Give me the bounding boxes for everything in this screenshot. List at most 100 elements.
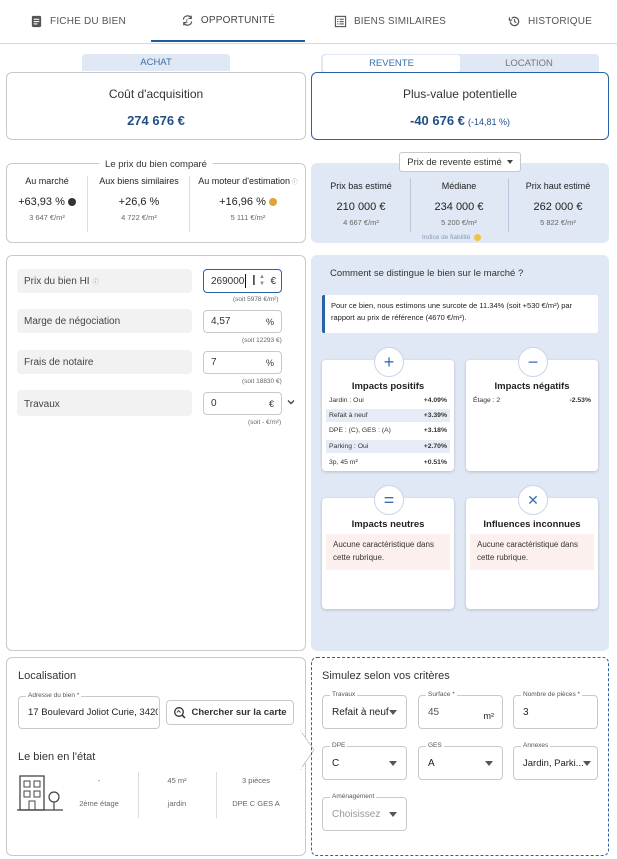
text-cursor <box>245 274 247 288</box>
stat-top: 45 m² <box>167 776 187 785</box>
margin-input[interactable]: 4,57 % <box>203 310 282 333</box>
market-dot-icon <box>67 198 76 207</box>
tab-label: HISTORIQUE <box>527 15 593 27</box>
simulate-title: Simulez selon vos critères <box>322 670 450 682</box>
reliability-label: Indice de fiabilité <box>422 234 471 241</box>
impact-row: 3p, 45 m² +0.51% <box>326 456 450 469</box>
close-x-icon: ✕ <box>518 485 548 515</box>
ibeam-cursor-icon: I <box>252 274 256 289</box>
comparison-title-wrap: Le prix du bien comparé <box>7 158 305 170</box>
impact-row: Parking : Oui +2.70% <box>326 440 450 453</box>
tab-fiche-du-bien[interactable]: FICHE DU BIEN <box>18 0 138 42</box>
field-value: 45 <box>428 706 440 718</box>
resale-value: 262 000 € <box>533 201 583 213</box>
notary-input[interactable]: 7 % <box>203 351 282 374</box>
input-label-works: Travaux <box>17 390 192 416</box>
address-input[interactable]: Adresse du bien * 17 Boulevard Joliot Cu… <box>18 692 160 729</box>
input-unit: € <box>270 275 276 287</box>
resale-col-high: Prix haut estimé 262 000 € 5 822 €/m² <box>508 181 608 227</box>
address-label: Adresse du bien * <box>26 692 82 699</box>
reliability-dot-icon <box>474 234 482 241</box>
input-label: Frais de notaire <box>24 356 94 368</box>
tab-historique[interactable]: HISTORIQUE <box>490 0 610 42</box>
caret-down-icon <box>506 160 513 164</box>
achat-label: ACHAT <box>140 57 172 68</box>
field-label: Annexes <box>521 742 551 749</box>
market-note: Pour ce bien, nous estimons une surcote … <box>322 295 598 333</box>
input-sub: (soit 12293 €) <box>242 337 282 344</box>
resale-dropdown-label: Prix de revente estimé <box>407 156 502 168</box>
resale-sub: 5 822 €/m² <box>540 218 576 227</box>
tab-opportunite[interactable]: € OPPORTUNITÉ <box>151 0 305 42</box>
resale-label: Prix bas estimé <box>330 181 392 191</box>
stat-rooms: 3 pièces DPE C GES A <box>222 776 290 808</box>
compare-value: +16,96 % <box>219 196 266 208</box>
plus-value-amount: -40 676 € <box>409 113 465 128</box>
resale-col-median: Médiane 234 000 € 5 200 €/m² <box>410 181 508 227</box>
input-label-notary: Frais de notaire <box>17 350 192 374</box>
compare-label-wrap: Au moteur d'estimation ⓘ <box>190 176 306 186</box>
resale-label: Médiane <box>441 181 477 191</box>
compare-col-similar: Aux biens similaires +26,6 % 4 722 €/m² <box>89 176 189 222</box>
chevron-down-icon[interactable] <box>286 397 296 407</box>
price-value: 269000 <box>211 275 245 287</box>
resale-dropdown[interactable]: Prix de revente estimé <box>399 152 521 172</box>
field-value: C <box>332 757 340 769</box>
field-label: Nombre de pièces * <box>521 691 583 698</box>
acquisition-cost-card: Coût d'acquisition 274 676 € <box>6 72 306 140</box>
ges-select[interactable]: GES A <box>418 742 503 780</box>
compare-label: Aux biens similaires <box>99 176 179 186</box>
surface-input[interactable]: Surface * 45 m² <box>418 691 503 729</box>
divider <box>216 772 217 818</box>
caret-down-icon <box>389 710 397 715</box>
info-icon[interactable]: ⓘ <box>93 277 99 286</box>
compare-sub: 4 722 €/m² <box>121 213 157 222</box>
location-title: Localisation <box>18 670 77 682</box>
resale-value: 234 000 € <box>434 201 484 213</box>
reliability-index: Indice de fiabilité <box>422 234 482 241</box>
location-label: LOCATION <box>505 58 553 69</box>
revente-label: REVENTE <box>369 58 414 69</box>
divider <box>138 772 139 818</box>
rooms-input[interactable]: Nombre de pièces * 3 <box>513 691 598 729</box>
neutral-impacts-title: Impacts neutres <box>351 519 425 530</box>
tab-label: OPPORTUNITÉ <box>200 14 276 26</box>
equals-icon: = <box>374 485 404 515</box>
dpe-select[interactable]: DPE C <box>322 742 407 780</box>
amenagement-select[interactable]: Aménagement Choisissez <box>322 793 407 831</box>
annexes-select[interactable]: Annexes Jardin, Parki... <box>513 742 598 780</box>
field-value: A <box>428 757 435 769</box>
input-label-margin: Marge de négociation <box>17 309 192 333</box>
state-title: Le bien en l'état <box>18 751 96 763</box>
input-label: Prix du bien HI <box>24 275 90 287</box>
resale-col-low: Prix bas estimé 210 000 € 4 667 €/m² <box>311 181 411 227</box>
spinner-icon[interactable]: ▲ ▼ <box>259 274 265 288</box>
stat-floor: - 2ème étage <box>68 776 130 808</box>
market-title: Comment se distingue le bien sur le marc… <box>330 268 524 279</box>
works-input[interactable]: 0 € <box>203 392 282 415</box>
works-select[interactable]: Travaux Refait à neuf <box>322 691 407 729</box>
input-sub: (soit 18830 €) <box>242 378 282 385</box>
compare-col-market: Au marché +63,93 % 3 647 €/m² <box>7 176 87 222</box>
compare-sub: 3 647 €/m² <box>29 213 65 222</box>
field-label: DPE <box>330 742 348 749</box>
impact-value: +3.39% <box>423 412 447 419</box>
acquisition-title: Coût d'acquisition <box>108 87 204 101</box>
margin-value: 4,57 <box>211 316 231 327</box>
field-value: Choisissez <box>332 808 381 820</box>
input-sub: (soit 5978 €/m²) <box>233 296 279 303</box>
location-toggle[interactable]: LOCATION <box>460 55 598 72</box>
tab-biens-similaires[interactable]: BIENS SIMILAIRES <box>320 0 460 42</box>
search-map-button[interactable]: Chercher sur la carte <box>166 700 294 725</box>
map-search-icon <box>174 707 186 719</box>
achat-toggle[interactable]: ACHAT <box>82 54 230 71</box>
impact-value: +4.09% <box>423 397 447 404</box>
compare-col-engine: Au moteur d'estimation ⓘ +16,96 % 5 111 … <box>190 176 306 222</box>
address-value: 17 Boulevard Joliot Curie, 3420 <box>28 707 158 718</box>
impact-value: +0.51% <box>423 459 447 466</box>
info-icon[interactable]: ⓘ <box>290 180 298 186</box>
input-unit: % <box>265 316 274 327</box>
field-value: Refait à neuf <box>332 706 389 718</box>
price-input[interactable]: 269000 I ▲ ▼ € <box>203 269 282 293</box>
revente-toggle[interactable]: REVENTE <box>323 55 460 72</box>
